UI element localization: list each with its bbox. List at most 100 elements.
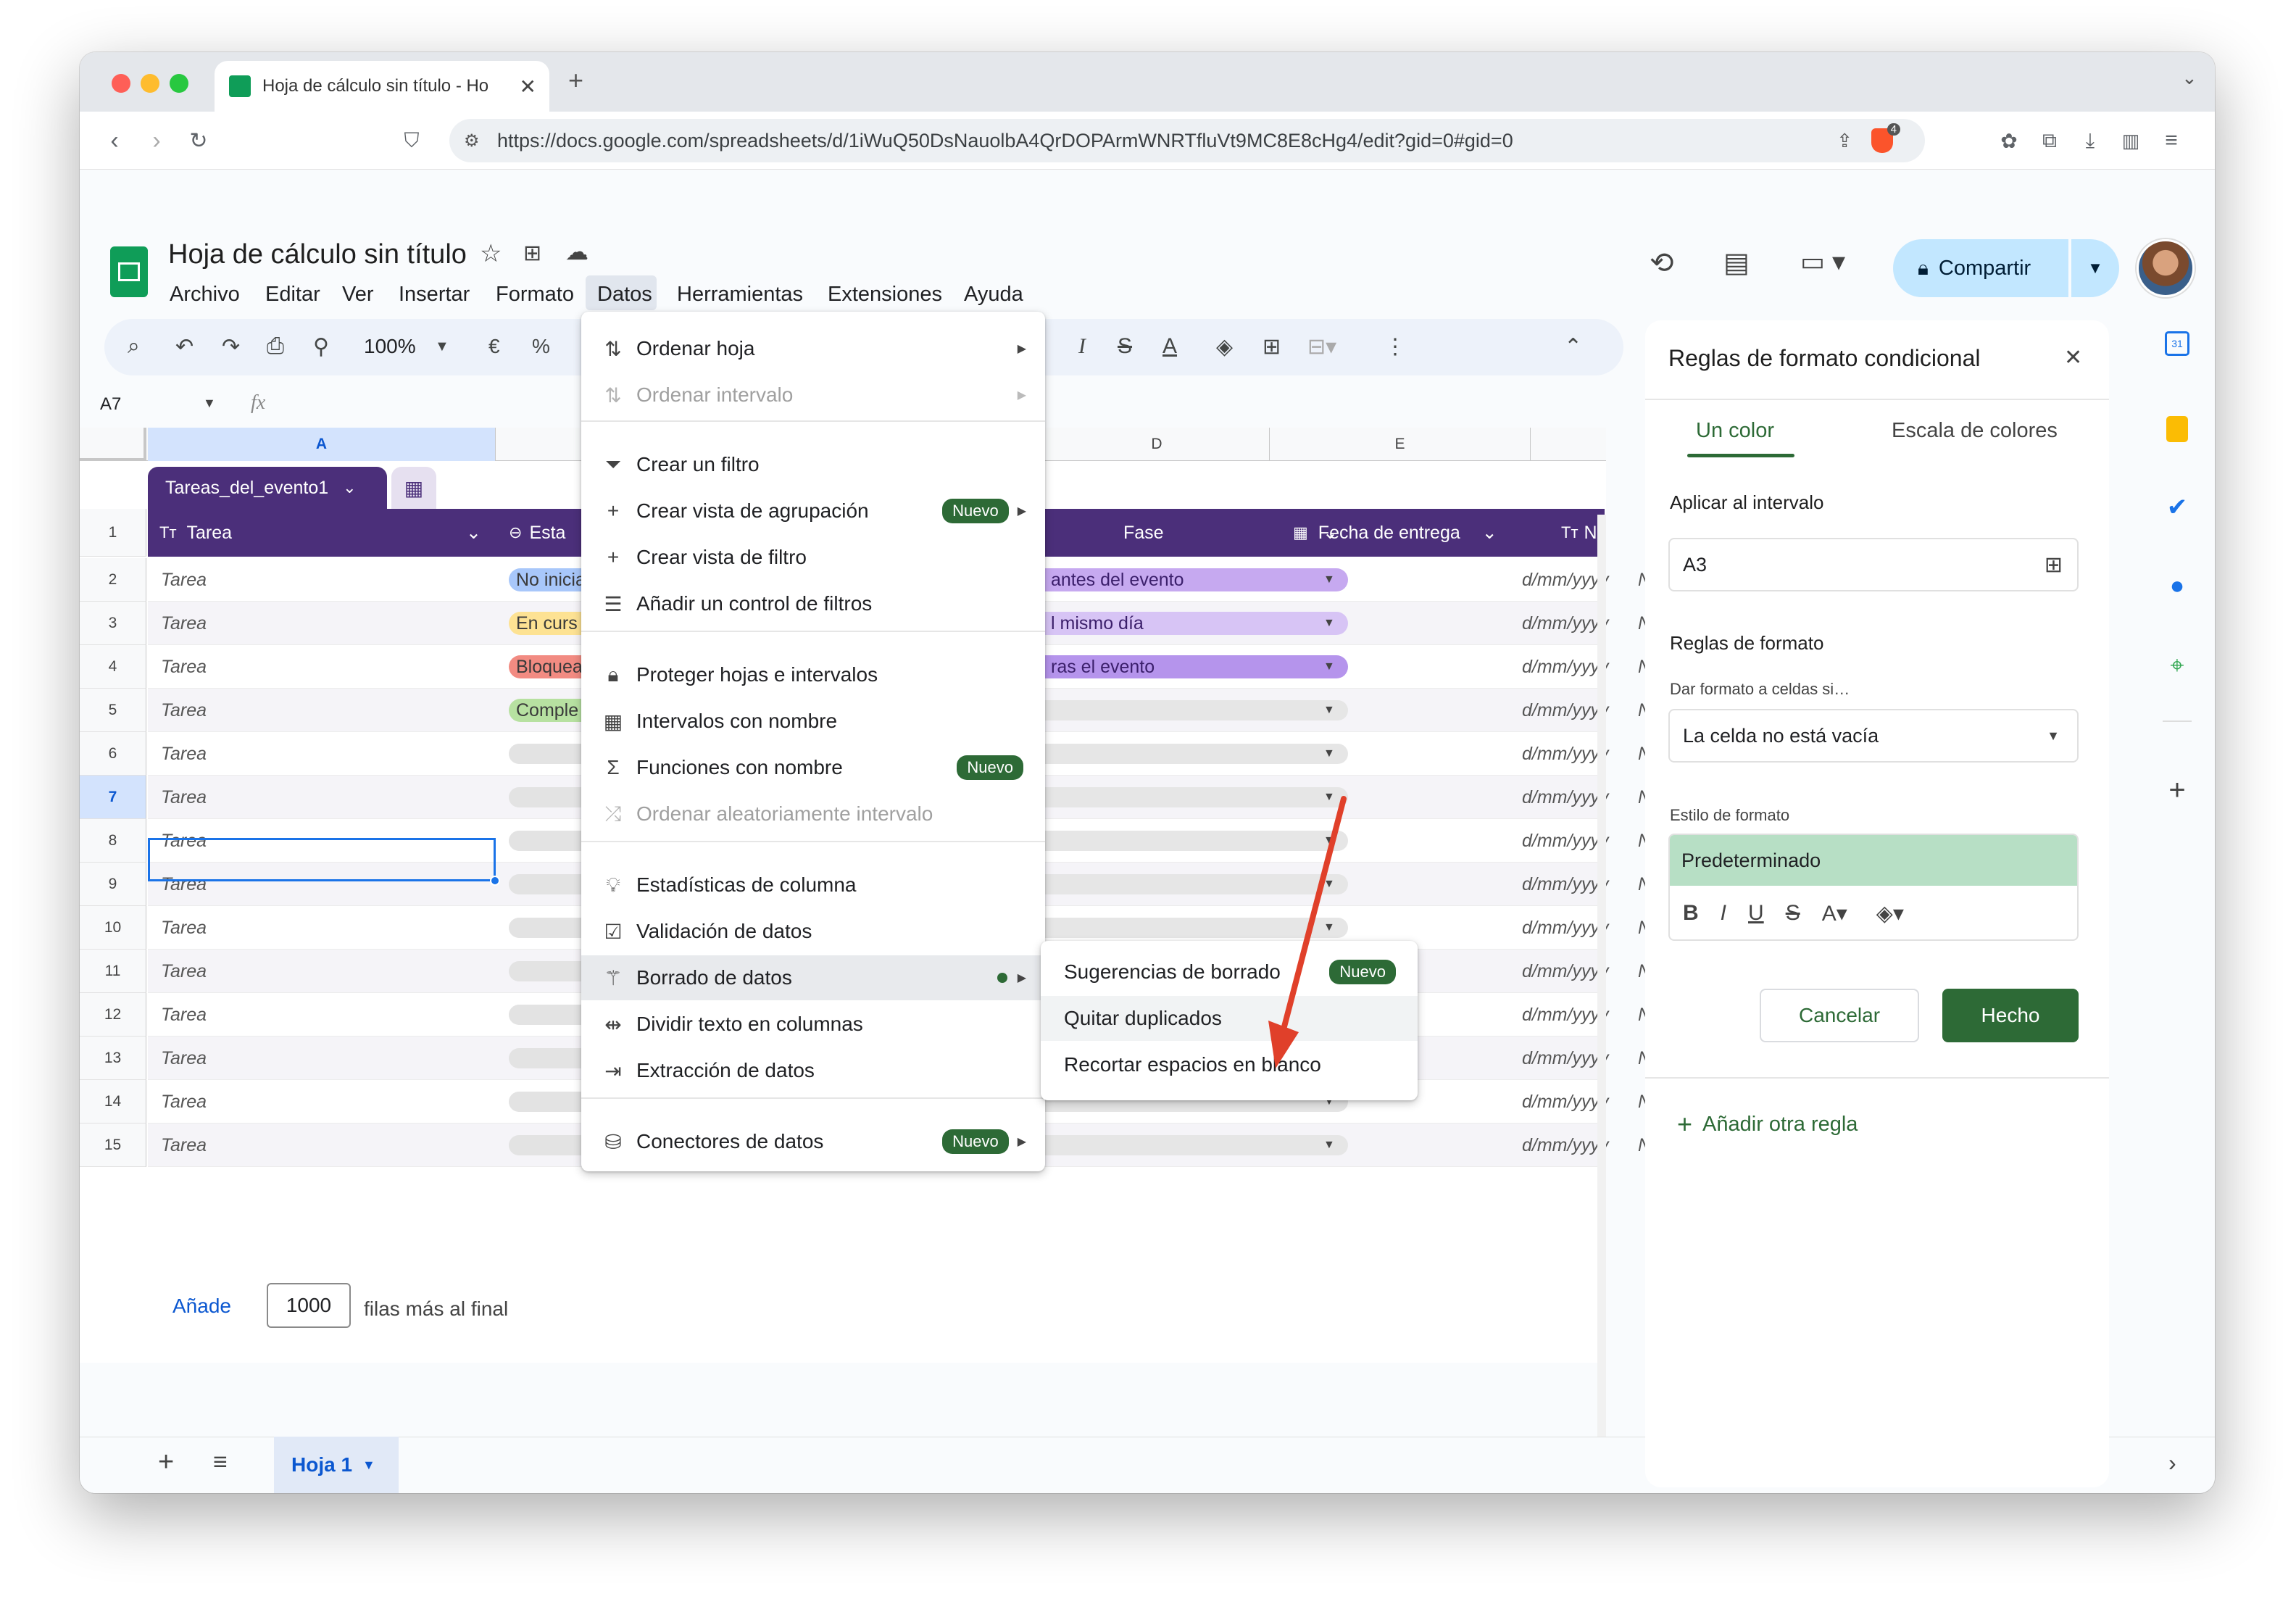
task-cell[interactable]: Tarea [161, 906, 480, 950]
back-icon[interactable]: ‹ [99, 125, 130, 157]
more-options-icon[interactable]: ⋮ [1384, 331, 1406, 362]
date-cell[interactable]: d/mm/yyyy [1522, 1037, 1623, 1080]
tasks-icon[interactable]: ✔ [2160, 490, 2195, 525]
borders-icon[interactable]: ⊞ [1263, 331, 1281, 362]
task-cell[interactable]: Tarea [161, 558, 480, 602]
row-number[interactable]: 12 [80, 993, 146, 1037]
star-icon[interactable]: ☆ [480, 239, 502, 268]
date-cell[interactable]: d/mm/yyyy [1522, 819, 1623, 863]
strikethrough-icon[interactable]: S [1118, 331, 1132, 362]
add-rows-link[interactable]: Añade [172, 1295, 231, 1318]
close-window-button[interactable] [112, 74, 130, 93]
date-cell[interactable]: d/mm/yyyy [1522, 689, 1623, 732]
done-button[interactable]: Hecho [1942, 989, 2079, 1042]
minimize-window-button[interactable] [141, 74, 159, 93]
task-cell[interactable]: Tarea [161, 645, 480, 689]
menu-archivo[interactable]: Archivo [170, 283, 240, 307]
phase-chip-empty[interactable] [1044, 1135, 1348, 1155]
expand-panel-chevron-icon[interactable]: › [2168, 1450, 2176, 1477]
comments-icon[interactable]: ▤ [1723, 246, 1750, 279]
version-history-icon[interactable]: ⟲ [1650, 246, 1674, 280]
avatar[interactable] [2137, 239, 2195, 297]
cancel-button[interactable]: Cancelar [1760, 989, 1919, 1042]
tab-un-color[interactable]: Un color [1696, 419, 1774, 443]
date-cell[interactable]: d/mm/yyyy [1522, 906, 1623, 950]
row-number[interactable]: 7 [80, 776, 146, 819]
datos-menu-item[interactable]: ⤮ Ordenar aleatoriamente intervalo [581, 792, 1045, 836]
percent-format-button[interactable]: % [532, 331, 550, 362]
maps-icon[interactable]: ⌖ [2160, 648, 2195, 683]
menu-ayuda[interactable]: Ayuda [964, 283, 1023, 307]
sheet-tab-hoja1[interactable]: Hoja 1 ▼ [274, 1437, 399, 1493]
phase-chip[interactable]: antes del evento [1044, 568, 1348, 591]
table-menu-icon[interactable]: ▦ [391, 467, 436, 509]
header-tarea[interactable]: Tт Tarea ⌄ [159, 509, 493, 557]
row-number[interactable]: 6 [80, 732, 146, 776]
task-cell[interactable]: Tarea [161, 1080, 480, 1124]
share-page-icon[interactable]: ⇪ [1837, 130, 1852, 152]
search-menus-icon[interactable]: ⌕ [128, 331, 140, 362]
menu-datos[interactable]: Datos [597, 283, 652, 307]
range-input[interactable]: A3 ⊞ [1668, 538, 2079, 591]
sidebar-icon[interactable]: ▥ [2115, 125, 2147, 157]
date-cell[interactable]: d/mm/yyyy [1522, 1080, 1623, 1124]
row-number[interactable]: 1 [80, 509, 146, 557]
vertical-scrollbar-track[interactable] [1597, 515, 1606, 1493]
datos-menu-item[interactable]: ⇥ Extracción de datos [581, 1048, 1045, 1093]
task-cell[interactable]: Tarea [161, 1124, 480, 1167]
doc-title[interactable]: Hoja de cálculo sin título [168, 239, 467, 270]
datos-menu-item[interactable]: 🔒︎ Proteger hojas e intervalos [581, 652, 1045, 697]
forward-icon[interactable]: › [141, 125, 172, 157]
date-cell[interactable]: d/mm/yyyy [1522, 1124, 1623, 1167]
menu-herramientas[interactable]: Herramientas [677, 283, 803, 307]
menu-formato[interactable]: Formato [496, 283, 574, 307]
fill-color-style-icon[interactable]: ◈▾ [1876, 901, 1904, 926]
merge-cells-icon[interactable]: ⊟▾ [1307, 331, 1336, 362]
new-tab-button[interactable]: + [568, 65, 583, 96]
menu-extensiones[interactable]: Extensiones [828, 283, 942, 307]
task-cell[interactable]: Tarea [161, 1037, 480, 1080]
paint-format-icon[interactable]: ⚲ [313, 331, 329, 362]
zoom-window-button[interactable] [170, 74, 188, 93]
date-cell[interactable]: d/mm/yyyy [1522, 558, 1623, 602]
cell-ref-chevron-icon[interactable]: ▼ [203, 396, 216, 411]
phase-chip[interactable]: l mismo día [1044, 612, 1348, 635]
url-bar[interactable]: ⚙ https://docs.google.com/spreadsheets/d… [449, 119, 1925, 162]
table-name-chip[interactable]: Tareas_del_evento1 ⌄ [148, 467, 387, 509]
date-cell[interactable]: d/mm/yyyy [1522, 993, 1623, 1037]
condition-select[interactable]: La celda no está vacía ▼ [1668, 709, 2079, 763]
task-cell[interactable]: Tarea [161, 732, 480, 776]
sheets-logo-icon[interactable] [110, 246, 148, 297]
underline-icon[interactable]: U [1748, 901, 1764, 926]
text-color-icon[interactable]: A [1162, 331, 1177, 362]
undo-icon[interactable]: ↶ [175, 331, 194, 362]
add-rule-button[interactable]: + Añadir otra regla [1677, 1109, 1858, 1139]
header-tarea-chevron-icon[interactable]: ⌄ [466, 522, 481, 544]
site-settings-icon[interactable]: ⚙ [464, 130, 480, 151]
select-range-grid-icon[interactable]: ⊞ [2045, 552, 2063, 578]
cf-close-icon[interactable]: ✕ [2064, 345, 2082, 370]
share-dropdown-button[interactable]: ▼ [2071, 239, 2119, 297]
row-number[interactable]: 15 [80, 1124, 146, 1167]
datos-menu-item[interactable]: ⏷ Crear un filtro [581, 442, 1045, 487]
strikethrough-style-icon[interactable]: S [1786, 901, 1800, 926]
cell-ref-box[interactable]: A7 [100, 394, 121, 415]
keep-icon[interactable] [2160, 412, 2195, 447]
datos-menu-item[interactable]: ⚚ Borrado de datos ▶ [581, 955, 1045, 1000]
datos-menu-item[interactable]: ▦ Intervalos con nombre [581, 699, 1045, 744]
extension-leo-icon[interactable]: ✿ [1993, 125, 2025, 157]
datos-menu-item[interactable]: ⛁ Conectores de datos Nuevo ▶ [581, 1119, 1045, 1164]
selected-cell-a7[interactable] [148, 838, 496, 881]
close-tab-icon[interactable]: ✕ [520, 75, 536, 99]
date-cell[interactable]: d/mm/yyyy [1522, 732, 1623, 776]
calendar-icon[interactable]: 31 [2160, 326, 2195, 361]
currency-format-button[interactable]: € [488, 331, 500, 362]
column-header-a[interactable]: A [148, 428, 496, 461]
date-cell[interactable]: d/mm/yyyy [1522, 863, 1623, 906]
phase-chip[interactable]: ras el evento [1044, 655, 1348, 678]
phase-chip-empty[interactable] [1044, 700, 1348, 720]
reload-icon[interactable]: ↻ [183, 125, 215, 157]
row-number[interactable]: 14 [80, 1080, 146, 1124]
row-number[interactable]: 4 [80, 645, 146, 689]
redo-icon[interactable]: ↷ [222, 331, 240, 362]
